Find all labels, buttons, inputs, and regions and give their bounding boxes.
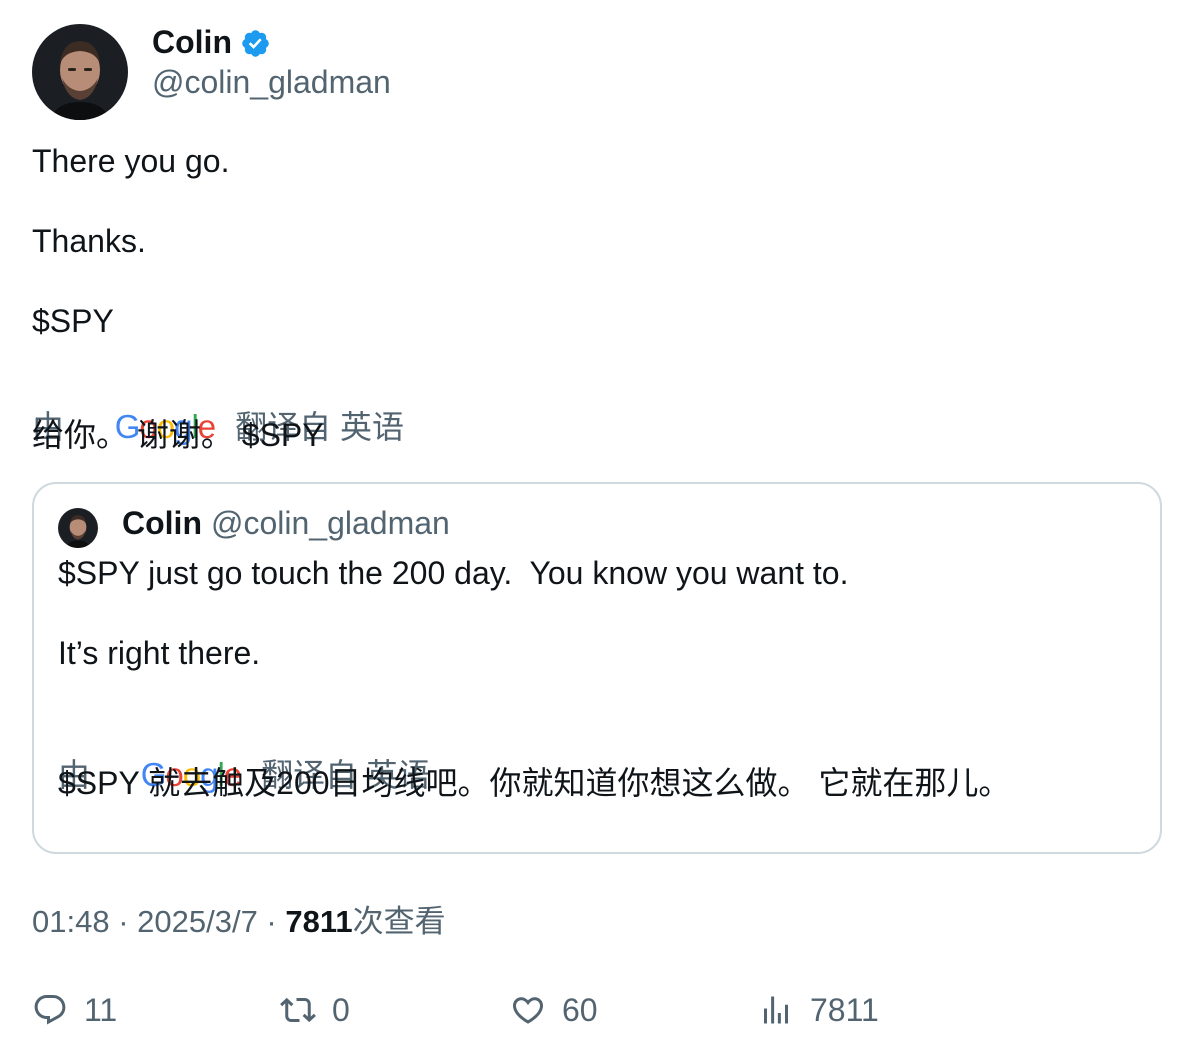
retweet-icon xyxy=(280,997,316,1023)
tweet-cashtag[interactable]: $SPY xyxy=(32,301,114,341)
views-count: 7811 xyxy=(810,991,879,1028)
retweet-button[interactable]: 0 xyxy=(280,988,350,1032)
view-count: 7811 xyxy=(285,904,353,939)
reply-count: 11 xyxy=(84,991,118,1028)
view-label: 次查看 xyxy=(352,904,446,939)
quoted-text-line: $SPY just go touch the 200 day. You know… xyxy=(58,555,849,591)
avatar[interactable] xyxy=(32,24,128,120)
author-name[interactable]: Colin xyxy=(152,22,232,62)
quoted-avatar xyxy=(58,508,98,548)
tweet-time[interactable]: 01:48 xyxy=(32,904,110,939)
tweet-text-line: Thanks. xyxy=(32,223,146,259)
reply-button[interactable]: 11 xyxy=(32,988,117,1032)
analytics-bars-icon xyxy=(764,996,788,1024)
retweet-count: 0 xyxy=(332,991,350,1028)
translated-text: 给你。 谢谢。 $SPY xyxy=(32,417,324,453)
like-count: 60 xyxy=(562,991,598,1028)
quoted-translated-text: $SPY 就去触及200日均线吧。你就知道你想这么做。 它就在那儿。 xyxy=(58,765,1011,801)
quoted-author-handle: @colin_gladman xyxy=(211,505,450,541)
verified-check-icon xyxy=(240,28,271,59)
views-button[interactable]: 7811 xyxy=(758,988,879,1032)
tweet-text-line: There you go. xyxy=(32,143,230,179)
quoted-text-line: It’s right there. xyxy=(58,635,261,671)
reply-icon xyxy=(34,995,66,1025)
author-handle[interactable]: @colin_gladman xyxy=(152,62,391,102)
quoted-author-name: Colin xyxy=(122,505,202,541)
heart-icon xyxy=(512,997,544,1024)
tweet-meta: 01:48 · 2025/3/7 · 7811次查看 xyxy=(32,904,446,939)
tweet-date[interactable]: 2025/3/7 xyxy=(137,904,258,939)
like-button[interactable]: 60 xyxy=(510,988,598,1032)
